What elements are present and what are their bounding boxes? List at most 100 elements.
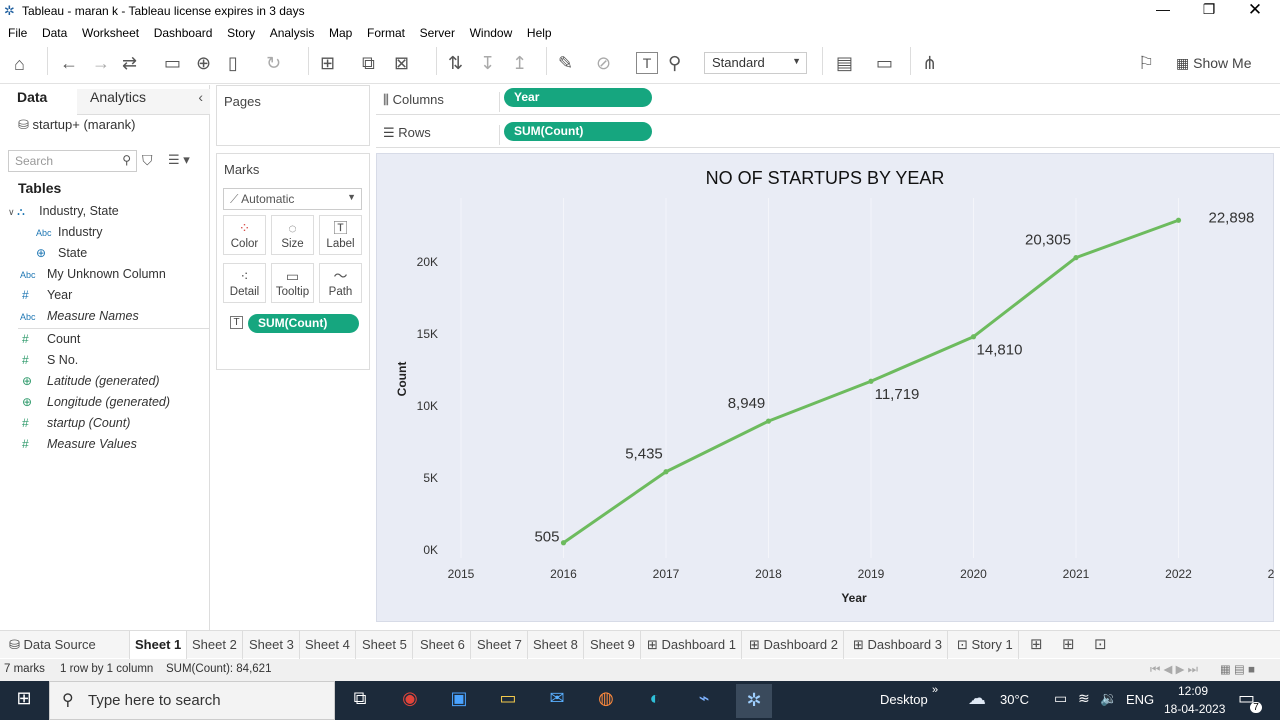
color-button[interactable]: ⁘ Color (223, 215, 266, 255)
tab-sheet-1[interactable]: Sheet 1 (130, 631, 188, 659)
field-year[interactable]: # Year (22, 285, 72, 305)
marks-pill[interactable]: SUM(Count) (248, 314, 359, 333)
tab-sheet-8[interactable]: Sheet 8 (528, 631, 584, 659)
home-icon[interactable]: ⌂ (14, 54, 25, 74)
label-button[interactable]: 🅃 Label (319, 215, 362, 255)
mark-type-select[interactable]: ⟋ Automatic ▼ (223, 188, 362, 210)
save-icon[interactable]: ▭ (164, 53, 181, 73)
edge-icon[interactable]: ◐ (640, 688, 670, 709)
mysql-icon[interactable]: ⌁ (689, 688, 719, 709)
replay-icon[interactable]: ⇄ (122, 53, 137, 73)
size-button[interactable]: ◌ Size (271, 215, 314, 255)
new-worksheet-icon[interactable]: ⊞ (320, 53, 335, 73)
tab-sheet-7[interactable]: Sheet 7 (472, 631, 528, 659)
new-worksheet-icon[interactable]: ⊞ (1030, 635, 1043, 653)
sort-descending-icon[interactable]: ↥ (512, 53, 527, 73)
show-me-button[interactable]: ▦ Show Me (1176, 55, 1251, 72)
tab-sheet-2[interactable]: Sheet 2 (187, 631, 243, 659)
tab-sheet-3[interactable]: Sheet 3 (244, 631, 300, 659)
highlight-icon[interactable]: ✎ (558, 53, 573, 73)
taskbar-search-input[interactable]: ⚲ Type here to search (49, 681, 335, 720)
file-explorer-icon[interactable]: ▭ (493, 688, 523, 709)
show-labels-icon[interactable]: T (636, 52, 658, 74)
menu-file[interactable]: File (8, 26, 27, 40)
sheet-nav-icon[interactable]: ⏮ ◀ ▶ ⏭ (1150, 662, 1198, 677)
fit-select[interactable]: Standard ▼ (704, 52, 807, 74)
field-measure-values[interactable]: # Measure Values (22, 434, 137, 454)
tab-sheet-9[interactable]: Sheet 9 (585, 631, 641, 659)
field-state[interactable]: ⊕ State (36, 243, 87, 263)
tab-sheet-4[interactable]: Sheet 4 (300, 631, 356, 659)
menu-map[interactable]: Map (329, 26, 352, 40)
field-latitude[interactable]: ⊕ Latitude (generated) (22, 371, 160, 391)
datasource-row[interactable]: ⛁ startup+ (marank) (18, 117, 135, 133)
minimize-icon[interactable]: — (1140, 1, 1186, 17)
group-icon[interactable]: ⊘ (596, 53, 611, 73)
path-button[interactable]: 〜 Path (319, 263, 362, 303)
search-input[interactable]: Search ⚲ (8, 150, 137, 172)
new-dashboard-icon[interactable]: ⊞ (1062, 635, 1075, 653)
tab-sheet-5[interactable]: Sheet 5 (357, 631, 413, 659)
new-story-icon[interactable]: ⊡ (1094, 635, 1107, 653)
field-longitude[interactable]: ⊕ Longitude (generated) (22, 392, 170, 412)
pin-icon[interactable]: ⚲ (668, 53, 681, 73)
mail-icon[interactable]: ✉ (542, 688, 572, 709)
field-industry-state[interactable]: ∨ ⛬ Industry, State (8, 201, 119, 221)
view-list-icon[interactable]: ☰ ▾ (168, 152, 190, 168)
menu-format[interactable]: Format (367, 26, 405, 40)
desktop-label[interactable]: Desktop (880, 692, 928, 707)
field-s-no[interactable]: # S No. (22, 350, 78, 370)
collapse-icon[interactable]: ‹ (198, 89, 203, 105)
tab-sheet-6[interactable]: Sheet 6 (415, 631, 471, 659)
detail-button[interactable]: ⁖ Detail (223, 263, 266, 303)
menu-server[interactable]: Server (420, 26, 455, 40)
field-my-unknown-column[interactable]: Abc My Unknown Column (20, 264, 166, 284)
tooltip-button[interactable]: ▭ Tooltip (271, 263, 314, 303)
wifi-icon[interactable]: ≋ (1078, 690, 1090, 707)
tableau-taskbar-icon[interactable]: ✲ (736, 684, 772, 718)
swap-icon[interactable]: ⇅ (448, 53, 463, 73)
line-chart[interactable]: 2015 2016 2017 2018 2019 2020 2021 2022 2023 0K 5K… (376, 153, 1274, 622)
menu-window[interactable]: Window (470, 26, 513, 40)
store-icon[interactable]: ▣ (444, 688, 474, 709)
menu-worksheet[interactable]: Worksheet (82, 26, 139, 40)
duplicate-icon[interactable]: ⧉ (362, 53, 375, 73)
signpost-icon[interactable]: ⚐ (1138, 53, 1154, 73)
columns-pill[interactable]: Year (504, 88, 652, 107)
chrome-icon[interactable]: ◉ (395, 688, 425, 709)
pages-card[interactable]: Pages (216, 85, 370, 146)
menu-story[interactable]: Story (227, 26, 255, 40)
firefox-icon[interactable]: ◍ (591, 688, 621, 709)
menu-data[interactable]: Data (42, 26, 67, 40)
volume-icon[interactable]: 🔉 (1100, 690, 1117, 707)
menu-dashboard[interactable]: Dashboard (154, 26, 213, 40)
field-industry[interactable]: Abc Industry (36, 222, 102, 242)
tab-data-source[interactable]: ⛁ Data Source (4, 631, 130, 659)
tab-analytics[interactable]: Analytics ‹ (77, 89, 210, 115)
redo-icon[interactable]: → (92, 53, 110, 73)
refresh-icon[interactable]: ↻ (266, 53, 281, 73)
tab-data[interactable]: Data (0, 89, 77, 115)
presentation-icon[interactable]: ▭ (876, 53, 893, 73)
tab-dashboard-3[interactable]: ⊞ Dashboard 3 (848, 631, 948, 659)
task-view-icon[interactable]: ⧉ (345, 688, 375, 709)
close-icon[interactable]: ✕ (1232, 0, 1278, 20)
clock-date[interactable]: 18-04-2023 (1164, 702, 1225, 716)
field-startup-count[interactable]: # startup (Count) (22, 413, 130, 433)
clock-time[interactable]: 12:09 (1178, 684, 1208, 698)
rows-pill[interactable]: SUM(Count) (504, 122, 652, 141)
tab-story-1[interactable]: ⊡ Story 1 (952, 631, 1019, 659)
pause-updates-icon[interactable]: ▯ (228, 53, 238, 73)
tab-dashboard-2[interactable]: ⊞ Dashboard 2 (744, 631, 844, 659)
weather-temp[interactable]: 30°C (1000, 692, 1029, 707)
tab-dashboard-1[interactable]: ⊞ Dashboard 1 (642, 631, 742, 659)
clear-sheet-icon[interactable]: ⊠ (394, 53, 409, 73)
windows-start-icon[interactable]: ⊞ (9, 688, 39, 709)
view-toggle-icon[interactable]: ▦ ▤ ■ (1220, 662, 1255, 676)
sort-ascending-icon[interactable]: ↧ (480, 53, 495, 73)
undo-icon[interactable]: ← (60, 53, 78, 73)
field-measure-names[interactable]: Abc Measure Names (20, 306, 139, 326)
battery-icon[interactable]: ▭ (1054, 690, 1067, 707)
field-count[interactable]: # Count (22, 329, 80, 349)
share-icon[interactable]: ⋔ (922, 53, 937, 73)
